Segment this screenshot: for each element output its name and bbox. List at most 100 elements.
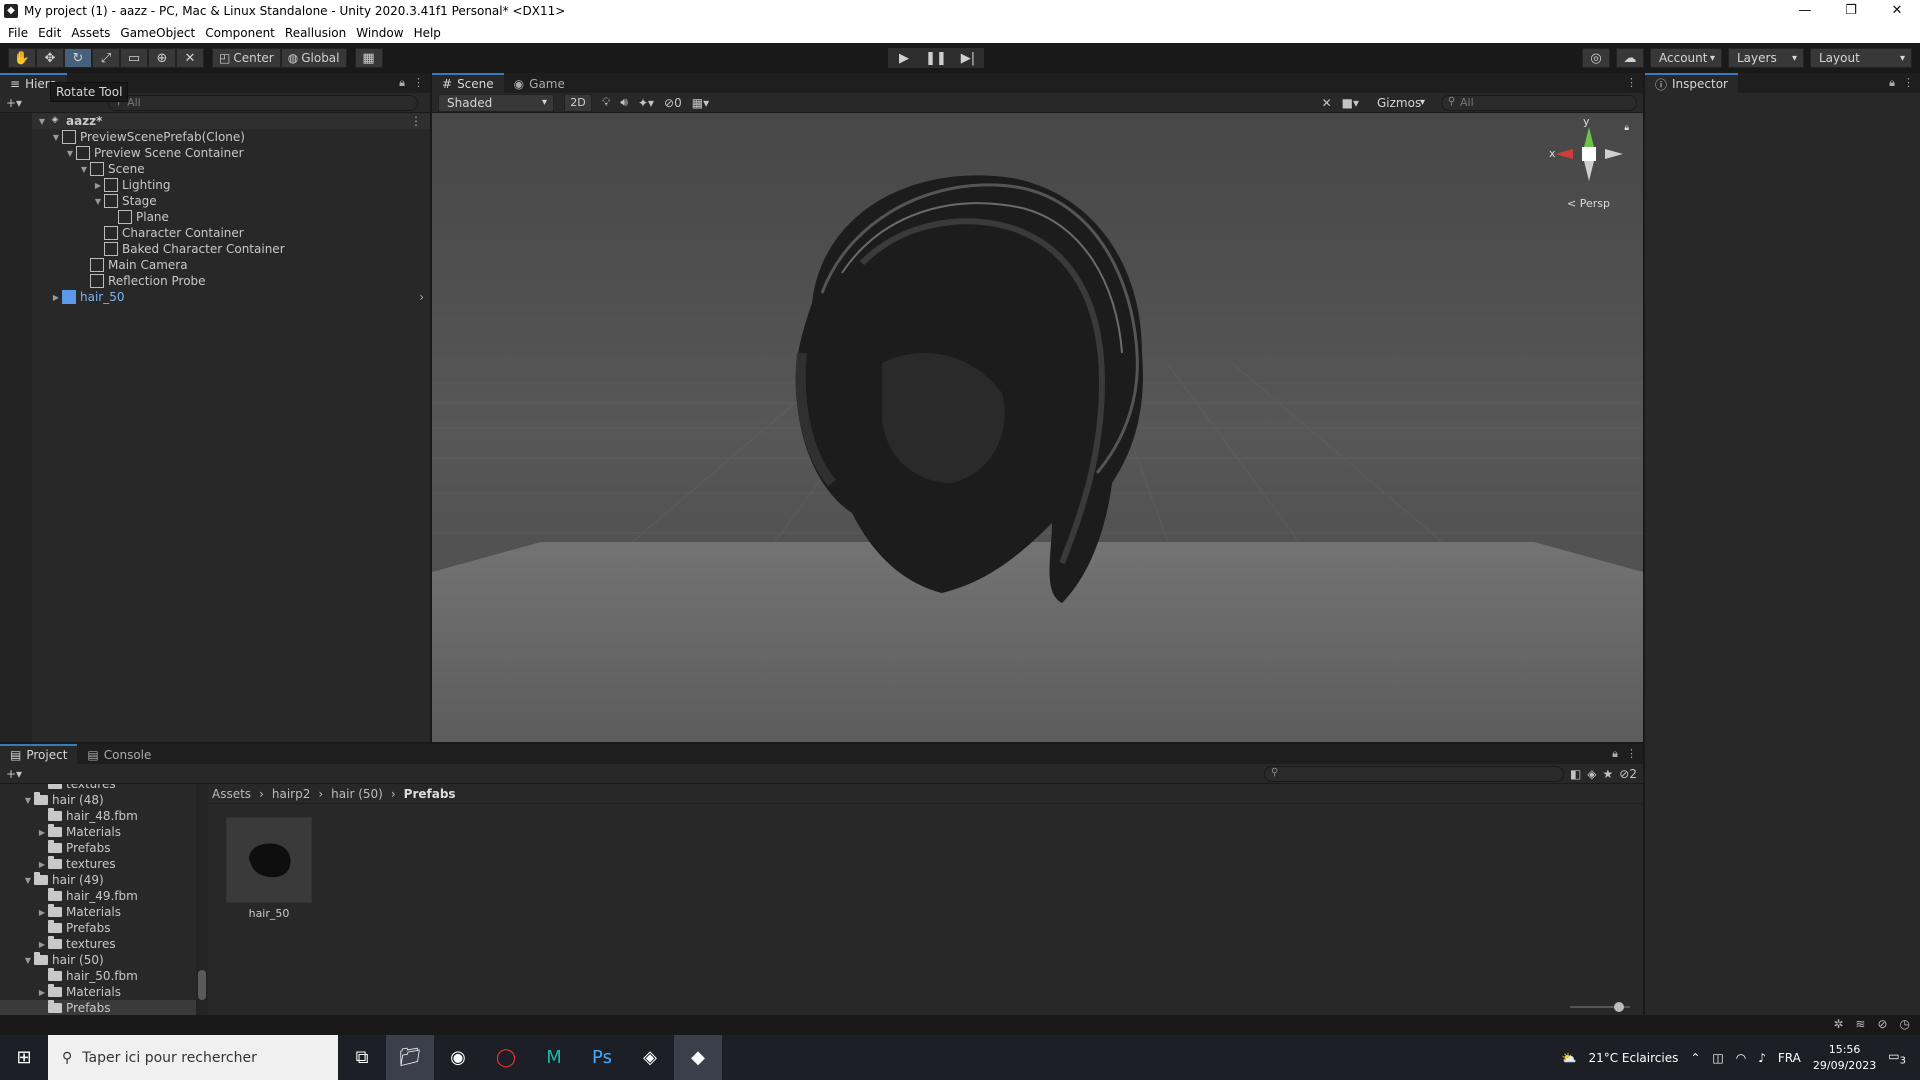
hierarchy-item[interactable]: ▶ Lighting: [0, 177, 430, 193]
notifications-icon[interactable]: ▭3: [1888, 1049, 1906, 1066]
hierarchy-item[interactable]: ▼ Stage: [0, 193, 430, 209]
project-folder-item[interactable]: ▼ hair (50): [0, 952, 196, 968]
favorite-icon[interactable]: ★: [1603, 767, 1614, 781]
menu-component[interactable]: Component: [205, 26, 283, 40]
grid-snap-icon[interactable]: ▦: [354, 48, 383, 68]
zoom-slider[interactable]: [1570, 1002, 1630, 1012]
chevron-down-icon[interactable]: ▼: [64, 149, 76, 158]
pivot-global-button[interactable]: ◍ Global: [280, 48, 347, 68]
menu-assets[interactable]: Assets: [71, 26, 118, 40]
orientation-gizmo[interactable]: y x < Persp 🔒︎: [1549, 115, 1629, 221]
clock[interactable]: 15:56 29/09/2023: [1813, 1042, 1876, 1074]
hierarchy-item[interactable]: ▼ PreviewScenePrefab(Clone): [0, 129, 430, 145]
chevron-down-icon[interactable]: ▼: [50, 133, 62, 142]
hand-tool-icon[interactable]: ✋: [8, 48, 36, 68]
effects-icon[interactable]: ✦▾: [638, 96, 654, 110]
chevron-right-icon[interactable]: ›: [419, 290, 424, 304]
menu-edit[interactable]: Edit: [38, 26, 69, 40]
tab-project[interactable]: ▤ Project: [0, 744, 78, 764]
weather-text[interactable]: 21°C Eclaircies: [1588, 1051, 1678, 1065]
play-icon[interactable]: ▶: [888, 48, 920, 68]
close-icon[interactable]: ✕: [1874, 0, 1920, 22]
project-folder-item[interactable]: ▶ textures: [0, 856, 196, 872]
cloud-icon[interactable]: ☁: [1616, 48, 1644, 68]
audio-icon[interactable]: 🔊︎: [620, 95, 628, 110]
chevron-down-icon[interactable]: ▼: [22, 956, 34, 965]
volume-icon[interactable]: ♪: [1758, 1051, 1766, 1065]
photoshop-icon[interactable]: Ps: [578, 1035, 626, 1080]
rotate-tool-icon[interactable]: ↻: [64, 48, 92, 68]
account-dropdown[interactable]: Account: [1650, 48, 1722, 68]
project-folder-item[interactable]: ▶ textures: [0, 936, 196, 952]
chevron-down-icon[interactable]: ▼: [78, 165, 90, 174]
weather-icon[interactable]: ⛅: [1561, 1051, 1576, 1065]
tab-game[interactable]: ◉ Game: [503, 73, 575, 93]
project-folder-item[interactable]: hair_49.fbm: [0, 888, 196, 904]
custom-tool-icon[interactable]: ✕: [176, 48, 204, 68]
tools-icon[interactable]: ✕: [1322, 96, 1332, 110]
bug-icon[interactable]: ✲: [1833, 1017, 1843, 1031]
hierarchy-item[interactable]: Main Camera: [0, 257, 430, 273]
project-folder-item[interactable]: ▶ Materials: [0, 904, 196, 920]
chevron-down-icon[interactable]: ▼: [36, 117, 48, 126]
lighting-icon[interactable]: 💡︎: [602, 95, 610, 110]
chevron-right-icon[interactable]: ▶: [36, 940, 48, 949]
step-icon[interactable]: ▶|: [952, 48, 984, 68]
project-folder-item[interactable]: hair_50.fbm: [0, 968, 196, 984]
hierarchy-item[interactable]: Plane: [0, 209, 430, 225]
opera-icon[interactable]: ◯: [482, 1035, 530, 1080]
filter-label-icon[interactable]: ◈: [1587, 767, 1596, 781]
hierarchy-item[interactable]: ▼ Scene: [0, 161, 430, 177]
zoom-slider-thumb[interactable]: [1614, 1002, 1624, 1012]
camera-icon[interactable]: ■▾: [1342, 96, 1359, 110]
progress-icon[interactable]: ◷: [1900, 1017, 1910, 1031]
hierarchy-item[interactable]: ▶ hair_50 ›: [0, 289, 430, 305]
lock-icon[interactable]: 🔒︎: [1889, 76, 1895, 90]
menu-reallusion[interactable]: Reallusion: [285, 26, 354, 40]
hidden-packages-icon[interactable]: ⊘2: [1619, 767, 1637, 781]
transform-tool-icon[interactable]: ⊕: [148, 48, 176, 68]
pivot-center-button[interactable]: ◰ Center: [212, 48, 281, 68]
layers-icon[interactable]: ≋: [1855, 1017, 1865, 1031]
scrollbar-thumb[interactable]: [198, 970, 206, 1000]
hidden-objects-icon[interactable]: ⊘0: [664, 96, 682, 110]
project-folder-item[interactable]: ▼ hair (49): [0, 872, 196, 888]
lock-icon[interactable]: 🔒︎: [399, 76, 405, 90]
move-tool-icon[interactable]: ✥: [36, 48, 64, 68]
taskbar-search[interactable]: ⚲ Taper ici pour rechercher: [48, 1035, 338, 1080]
hierarchy-item[interactable]: ▼ ◈ aazz* ⋮: [0, 113, 430, 129]
hierarchy-item[interactable]: ▼ Preview Scene Container: [0, 145, 430, 161]
toggle-2d-button[interactable]: 2D: [564, 93, 592, 112]
layout-dropdown[interactable]: Layout: [1810, 48, 1912, 68]
grid-icon[interactable]: ▦▾: [692, 96, 709, 110]
menu-window[interactable]: Window: [356, 26, 411, 40]
more-icon[interactable]: ⋮: [410, 114, 422, 128]
chevron-right-icon[interactable]: ▶: [36, 988, 48, 997]
chevron-right-icon[interactable]: ▶: [92, 181, 104, 190]
hierarchy-item[interactable]: Reflection Probe: [0, 273, 430, 289]
project-folder-item[interactable]: Prefabs: [0, 840, 196, 856]
scale-tool-icon[interactable]: ⤢: [92, 48, 120, 68]
breadcrumb-hair50[interactable]: hair (50): [331, 787, 383, 801]
rect-tool-icon[interactable]: ▭: [120, 48, 148, 68]
unity-hub-icon[interactable]: ◈: [626, 1035, 674, 1080]
file-explorer-icon[interactable]: 📁︎: [386, 1035, 434, 1080]
project-folder-item[interactable]: Prefabs: [0, 920, 196, 936]
tab-console[interactable]: ▤ Console: [77, 744, 162, 764]
project-tree-scrollbar[interactable]: [196, 784, 208, 1015]
task-view-icon[interactable]: ⧉: [338, 1035, 386, 1080]
asset-tile-hair50[interactable]: hair_50: [226, 817, 312, 920]
breadcrumb-prefabs[interactable]: Prefabs: [404, 787, 456, 801]
project-folder-item[interactable]: hair_48.fbm: [0, 808, 196, 824]
persp-label[interactable]: < Persp: [1567, 197, 1610, 210]
pause-icon[interactable]: ❚❚: [920, 48, 952, 68]
network-icon[interactable]: ◫: [1712, 1051, 1723, 1065]
project-search-input[interactable]: [1263, 765, 1564, 782]
lock-icon[interactable]: 🔒︎: [1612, 747, 1618, 761]
chevron-up-icon[interactable]: ⌃: [1690, 1051, 1700, 1065]
project-folder-item[interactable]: ▶ Materials: [0, 984, 196, 1000]
shading-dropdown[interactable]: Shaded: [438, 93, 554, 112]
menu-help[interactable]: Help: [414, 26, 449, 40]
gizmo-lock-icon[interactable]: 🔒︎: [1624, 123, 1629, 133]
project-folder-item[interactable]: Prefabs: [0, 1000, 196, 1015]
